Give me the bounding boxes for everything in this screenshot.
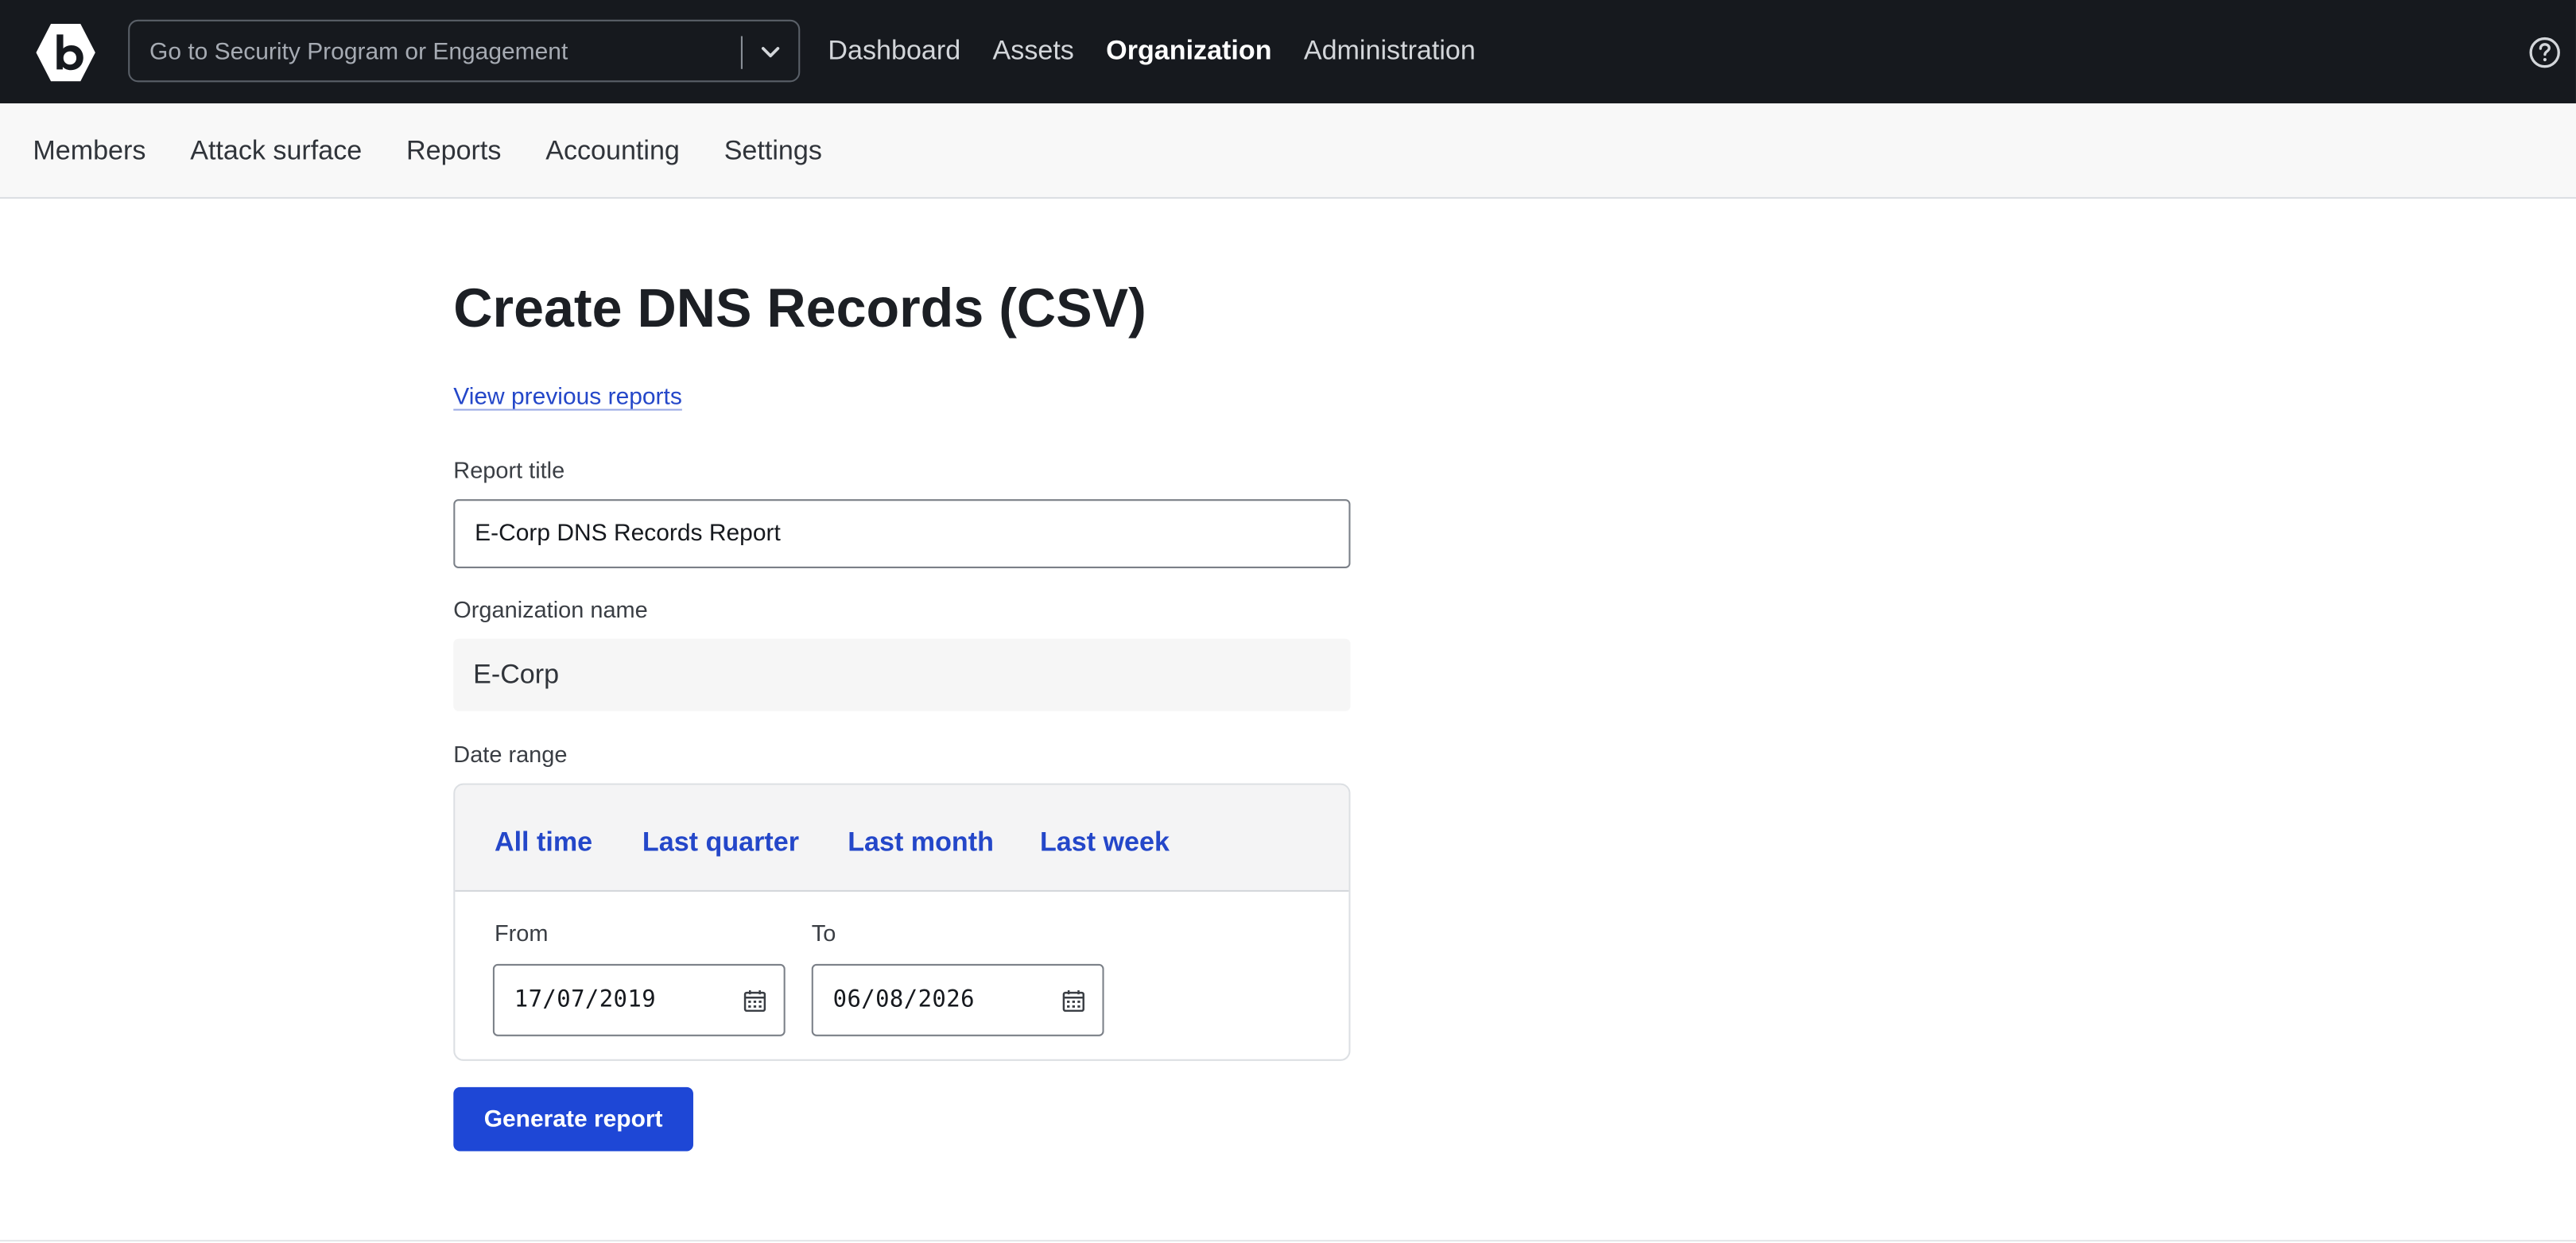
- bugcrowd-logo-icon[interactable]: [34, 21, 97, 84]
- app-root: Go to Security Program or Engagement Das…: [0, 0, 2576, 1243]
- range-last-week[interactable]: Last week: [1040, 827, 1170, 858]
- search-input[interactable]: Go to Security Program or Engagement: [149, 40, 568, 66]
- range-all-time[interactable]: All time: [495, 827, 592, 858]
- primary-nav: Dashboard Assets Organization Administra…: [828, 0, 1507, 103]
- program-search-combobox[interactable]: Go to Security Program or Engagement: [128, 19, 801, 83]
- report-title-label: Report title: [453, 456, 565, 483]
- date-range-panel: All time Last quarter Last month Last we…: [453, 783, 1351, 1061]
- range-last-month[interactable]: Last month: [848, 827, 994, 858]
- organization-name-value: E-Corp: [473, 660, 560, 690]
- calendar-icon[interactable]: [1061, 989, 1086, 1013]
- date-range-label: Date range: [453, 740, 568, 767]
- top-nav-bar: Go to Security Program or Engagement Das…: [0, 0, 2576, 104]
- to-date-input[interactable]: 06/08/2026: [811, 963, 1104, 1036]
- to-date-value[interactable]: 06/08/2026: [833, 987, 975, 1013]
- page-bottom-divider: [0, 1240, 2576, 1242]
- from-date-label: From: [494, 920, 549, 947]
- subnav-reports[interactable]: Reports: [406, 135, 501, 166]
- calendar-icon[interactable]: [743, 989, 767, 1013]
- help-circle-icon[interactable]: [2527, 34, 2562, 70]
- view-previous-reports-link[interactable]: View previous reports: [453, 385, 682, 411]
- nav-dashboard[interactable]: Dashboard: [828, 36, 960, 67]
- to-date-label: To: [811, 920, 836, 947]
- search-divider: [740, 36, 743, 69]
- generate-report-button[interactable]: Generate report: [453, 1086, 693, 1152]
- organization-name-label: Organization name: [453, 596, 648, 623]
- date-range-presets: All time Last quarter Last month Last we…: [455, 784, 1349, 893]
- report-title-input[interactable]: [453, 499, 1351, 568]
- subnav-attack-surface[interactable]: Attack surface: [190, 135, 362, 166]
- page-title: Create DNS Records (CSV): [453, 277, 1146, 339]
- organization-name-field: E-Corp: [453, 638, 1351, 711]
- from-date-value[interactable]: 17/07/2019: [514, 987, 656, 1013]
- range-last-quarter[interactable]: Last quarter: [642, 827, 799, 858]
- nav-assets[interactable]: Assets: [993, 36, 1074, 67]
- organization-subnav: Members Attack surface Reports Accountin…: [0, 103, 2576, 199]
- nav-administration[interactable]: Administration: [1304, 36, 1476, 67]
- nav-organization[interactable]: Organization: [1106, 36, 1271, 67]
- subnav-members[interactable]: Members: [33, 135, 145, 166]
- subnav-accounting[interactable]: Accounting: [545, 135, 680, 166]
- from-date-input[interactable]: 17/07/2019: [492, 963, 786, 1036]
- chevron-down-icon[interactable]: [754, 38, 786, 68]
- subnav-settings[interactable]: Settings: [724, 135, 822, 166]
